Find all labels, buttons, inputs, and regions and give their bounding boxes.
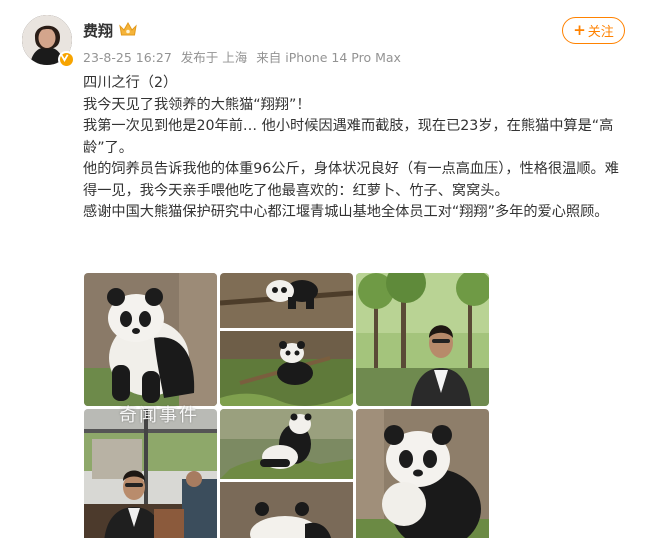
post-location: 发布于 上海 <box>180 50 248 65</box>
post-line: 我第一次见到他是20年前… 他小时候因遇难而截肢，现在已23岁，在熊猫中算是“高… <box>83 118 614 156</box>
post-line: 我今天见了我领养的大熊猫“翔翔”！ <box>83 96 311 113</box>
photo-man-in-forest[interactable] <box>356 273 489 406</box>
post-text: 四川之行（2） 我今天见了我领养的大熊猫“翔翔”！ 我第一次见到他是20年前… … <box>83 73 628 224</box>
verified-badge-icon <box>58 51 75 68</box>
photo-panda-closeup[interactable] <box>356 409 489 538</box>
weibo-post-card: 费翔 23-8-25 16:27 发布于 上海 来自 iPhone 14 Pro… <box>0 0 651 538</box>
photo-panda-sitting[interactable] <box>84 273 217 406</box>
vip-crown-icon <box>119 21 137 36</box>
post-meta: 23-8-25 16:27 发布于 上海 来自 iPhone 14 Pro Ma… <box>83 47 406 66</box>
photo-man-on-bus[interactable] <box>84 409 217 538</box>
post-line: 感谢中国大熊猫保护研究中心都江堰青城山基地全体员工对“翔翔”多年的爱心照顾。 <box>83 204 609 220</box>
photo-panda-eating[interactable] <box>220 409 353 538</box>
plus-icon: + <box>573 21 586 39</box>
post-time[interactable]: 23-8-25 16:27 <box>83 50 172 65</box>
username[interactable]: 费翔 <box>83 20 113 41</box>
user-avatar[interactable] <box>22 15 75 68</box>
follow-button[interactable]: + 关注 <box>562 17 625 44</box>
post-line: 他的饲养员告诉我他的体重96公斤，身体状况良好（有一点高血压），性格很温顺。难得… <box>83 161 619 199</box>
post-device: 来自 iPhone 14 Pro Max <box>256 50 401 65</box>
follow-label: 关注 <box>587 25 614 40</box>
photo-panda-walking[interactable] <box>220 273 353 406</box>
post-line: 四川之行（2） <box>83 75 178 91</box>
